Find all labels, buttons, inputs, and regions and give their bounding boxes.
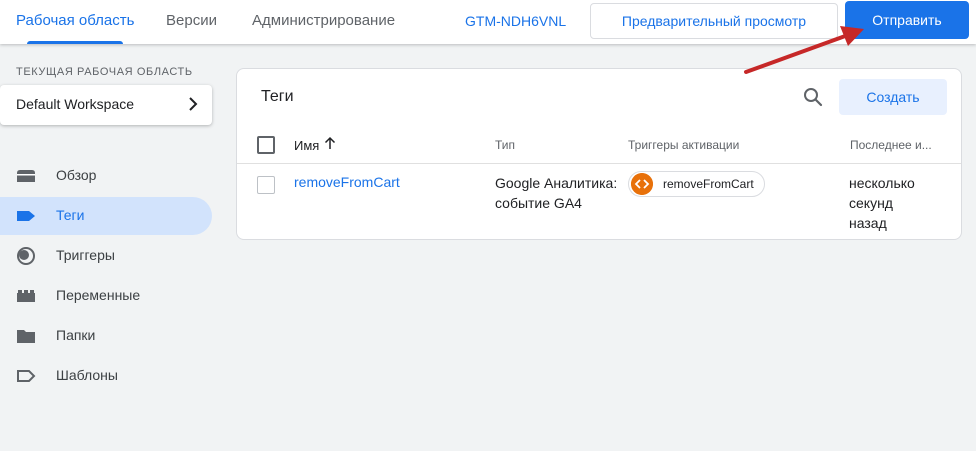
- tab-workspace[interactable]: Рабочая область: [16, 0, 134, 44]
- trigger-icon: [17, 247, 35, 265]
- page-title: Теги: [261, 88, 294, 105]
- tag-name-link[interactable]: removeFromCart: [294, 172, 400, 192]
- header-divider: [237, 163, 961, 164]
- sort-ascending-icon[interactable]: [323, 136, 337, 150]
- variables-icon: [17, 290, 35, 302]
- overview-icon: [17, 170, 35, 182]
- chevron-right-icon: [189, 97, 198, 111]
- sidebar-item-triggers[interactable]: Триггеры: [0, 237, 212, 275]
- sidebar-item-templates[interactable]: Шаблоны: [0, 357, 212, 395]
- workspace-selector[interactable]: Default Workspace: [0, 85, 212, 125]
- search-icon[interactable]: [801, 85, 825, 109]
- create-button[interactable]: Создать: [839, 79, 947, 115]
- template-icon: [17, 370, 36, 382]
- active-tab-indicator: [27, 41, 123, 44]
- sidebar-item-folders[interactable]: Папки: [0, 317, 212, 355]
- container-id-link[interactable]: GTM-NDH6VNL: [465, 0, 566, 42]
- tag-type-line1: Google Аналитика:: [495, 175, 618, 191]
- folder-icon: [17, 330, 35, 343]
- column-header-name[interactable]: Имя: [294, 138, 319, 153]
- code-trigger-icon: [631, 173, 653, 195]
- last-edited-line2: секунд: [849, 195, 893, 211]
- tag-icon: [17, 211, 35, 221]
- column-header-type[interactable]: Тип: [495, 138, 515, 152]
- tags-card: Теги Создать Имя Тип Триггеры активации …: [236, 68, 962, 240]
- sidebar-item-label: Папки: [56, 327, 96, 343]
- tab-admin[interactable]: Администрирование: [252, 0, 395, 44]
- sidebar-item-variables[interactable]: Переменные: [0, 277, 212, 315]
- sidebar-item-label: Обзор: [56, 167, 97, 183]
- tab-versions[interactable]: Версии: [166, 0, 217, 44]
- tag-type-line2: событие GA4: [495, 195, 582, 211]
- last-edited-line1: несколько: [849, 175, 915, 191]
- annotation-arrow-icon: [744, 26, 864, 74]
- workspace-label: ТЕКУЩАЯ РАБОЧАЯ ОБЛАСТЬ: [16, 66, 193, 78]
- workspace-name: Default Workspace: [16, 96, 135, 112]
- select-all-checkbox[interactable]: [257, 136, 275, 154]
- row-checkbox[interactable]: [257, 176, 275, 194]
- last-edited-line3: назад: [849, 215, 887, 231]
- sidebar-item-overview[interactable]: Обзор: [0, 157, 212, 195]
- sidebar-item-label: Триггеры: [56, 247, 115, 263]
- sidebar-item-label: Переменные: [56, 287, 141, 303]
- sidebar-item-label: Теги: [56, 207, 85, 223]
- sidebar-item-tags[interactable]: Теги: [0, 197, 212, 235]
- trigger-chip[interactable]: removeFromCart: [628, 171, 765, 197]
- sidebar-item-label: Шаблоны: [56, 367, 118, 383]
- trigger-chip-label: removeFromCart: [663, 177, 754, 191]
- column-header-last-edited[interactable]: Последнее и...: [850, 138, 932, 152]
- column-header-triggers[interactable]: Триггеры активации: [628, 138, 739, 152]
